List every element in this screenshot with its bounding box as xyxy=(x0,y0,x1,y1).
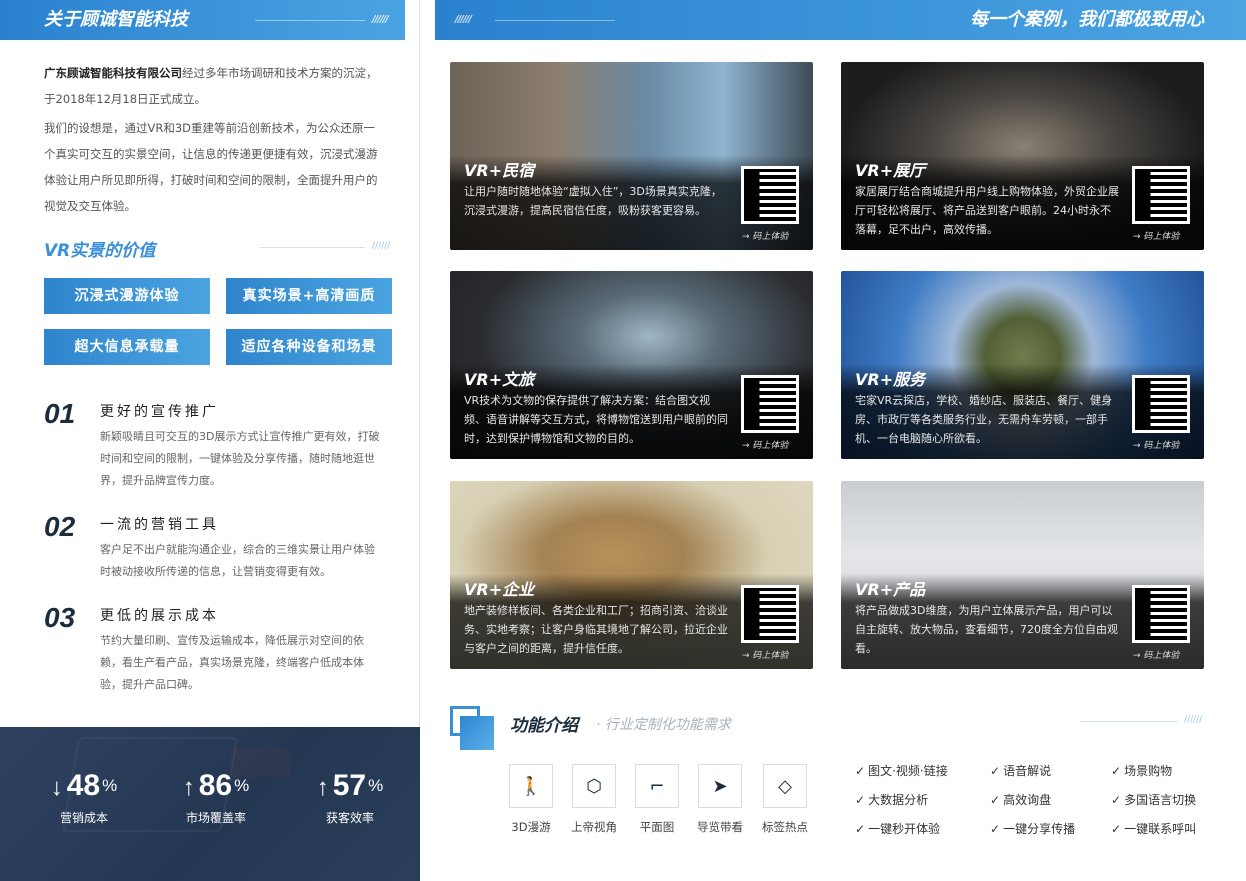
about-title: 关于顾诚智能科技 xyxy=(44,9,188,30)
case-desc: 将产品做成3D维度，为用户立体展示产品，用户可以自主旋转、放大物品，查看细节，7… xyxy=(855,604,1118,655)
value-tag-capacity: 超大信息承载量 xyxy=(44,329,210,365)
intro-text: 广东顾诚智能科技有限公司经过多年市场调研和技术方案的沉淀，于2018年12月18… xyxy=(44,60,384,222)
feature-hotspot-tags[interactable]: ◇ 标签热点 xyxy=(755,764,815,835)
stat-acquisition: ↑ 57% 获客效率 xyxy=(280,767,420,826)
stat-label: 营销成本 xyxy=(59,811,108,825)
check-icon: ✓ xyxy=(1111,764,1122,778)
stat-label: 获客效率 xyxy=(325,811,374,825)
stat-marketing-cost: ↓ 48% 营销成本 xyxy=(14,767,154,826)
check-icon: ✓ xyxy=(855,764,866,778)
qr-code-icon[interactable] xyxy=(741,375,799,433)
qr-label: → 码上体验 xyxy=(1133,232,1180,242)
case-desc: VR技术为文物的保存提供了解决方案：结合图文视频、语音讲解等交互方式，将博物馆送… xyxy=(464,394,728,445)
tag-icon: ◇ xyxy=(763,764,807,808)
feature-check-item: ✓ 一键分享传播 xyxy=(990,822,1076,836)
case-card-enterprise[interactable]: VR+企业 地产装修样板间、各类企业和工厂；招商引资、洽谈业务、实地考察；让客户… xyxy=(450,481,813,669)
qr-code-icon[interactable] xyxy=(741,166,799,224)
feature-3d-tour[interactable]: 🚶 3D漫游 xyxy=(501,764,561,835)
feature-top-view[interactable]: ⬡ 上帝视角 xyxy=(564,764,624,835)
floorplan-icon: ⌐ xyxy=(635,764,679,808)
benefit-title: 更低的展示成本 xyxy=(100,608,219,624)
case-desc: 让用户随时随地体验“虚拟入住”，3D场景真实克隆，沉浸式漫游，提高民宿信任度，吸… xyxy=(464,185,722,217)
cases-title: 每一个案例，我们都极致用心 xyxy=(970,9,1204,30)
case-desc: 宅家VR云探店，学校、婚纱店、服装店、餐厅、健身房、市政厅等各类服务行业，无需舟… xyxy=(855,394,1113,445)
check-icon: ✓ xyxy=(990,793,1001,807)
benefit-desc: 客户足不出户就能沟通企业，综合的三维实景让用户体验时被动接收所传递的信息，让营销… xyxy=(100,543,375,578)
case-card-product[interactable]: VR+产品 将产品做成3D维度，为用户立体展示产品，用户可以自主旋转、放大物品，… xyxy=(841,481,1204,669)
case-card-culture[interactable]: VR+文旅 VR技术为文物的保存提供了解决方案：结合图文视频、语音讲解等交互方式… xyxy=(450,271,813,459)
check-icon: ✓ xyxy=(855,822,866,836)
case-desc: 地产装修样板间、各类企业和工厂；招商引资、洽谈业务、实地考察；让客户身临其境地了… xyxy=(464,604,728,655)
case-title: VR+产品 xyxy=(855,580,926,599)
qr-code-icon[interactable] xyxy=(741,585,799,643)
cases-header: ////// 每一个案例，我们都极致用心 xyxy=(435,0,1246,40)
stat-label: 市场覆盖率 xyxy=(185,811,246,825)
benefit-number: 01 xyxy=(44,398,76,429)
send-icon: ➤ xyxy=(698,764,742,808)
check-icon: ✓ xyxy=(1111,822,1122,836)
check-icon: ✓ xyxy=(990,764,1001,778)
qr-label: → 码上体验 xyxy=(742,232,789,242)
feature-check-item: ✓ 场景购物 xyxy=(1111,764,1173,778)
features-subtitle: · 行业定制化功能需求 xyxy=(596,717,731,733)
arrow-down-icon: ↓ xyxy=(50,774,63,801)
intro-paragraph-2: 我们的设想是，通过VR和3D重建等前沿创新技术，为公众还原一个真实可交互的实景空… xyxy=(44,121,378,213)
arrow-up-icon: ↑ xyxy=(182,774,195,801)
value-tag-realistic: 真实场景+高清画质 xyxy=(226,278,392,314)
value-tag-immersive: 沉浸式漫游体验 xyxy=(44,278,210,314)
case-title: VR+企业 xyxy=(464,580,535,599)
check-icon: ✓ xyxy=(990,822,1001,836)
company-name: 广东顾诚智能科技有限公司 xyxy=(44,66,182,80)
arrow-up-icon: ↑ xyxy=(316,774,329,801)
benefit-title: 一流的营销工具 xyxy=(100,517,219,533)
feature-check-item: ✓ 图文·视频·链接 xyxy=(855,764,948,778)
feature-floor-plan[interactable]: ⌐ 平面图 xyxy=(627,764,687,835)
case-card-service[interactable]: VR+服务 宅家VR云探店，学校、婚纱店、服装店、餐厅、健身房、市政厅等各类服务… xyxy=(841,271,1204,459)
cube-icon: ⬡ xyxy=(572,764,616,808)
walk-icon: 🚶 xyxy=(509,764,553,808)
case-title: VR+民宿 xyxy=(464,161,535,180)
case-card-homestay[interactable]: VR+民宿 让用户随时随地体验“虚拟入住”，3D场景真实克隆，沉浸式漫游，提高民… xyxy=(450,62,813,250)
qr-label: → 码上体验 xyxy=(1133,651,1180,661)
case-card-showroom[interactable]: VR+展厅 家居展厅结合商城提升用户线上购物体验，外贸企业展厅可轻松将展厅、将产… xyxy=(841,62,1204,250)
case-desc: 家居展厅结合商城提升用户线上购物体验，外贸企业展厅可轻松将展厅、将产品送到客户眼… xyxy=(855,185,1119,236)
benefit-title: 更好的宣传推广 xyxy=(100,404,219,420)
about-panel: 关于顾诚智能科技 ////// 广东顾诚智能科技有限公司经过多年市场调研和技术方… xyxy=(0,0,420,881)
feature-check-item: ✓ 一键秒开体验 xyxy=(855,822,941,836)
qr-label: → 码上体验 xyxy=(1133,441,1180,451)
feature-check-item: ✓ 一键联系呼叫 xyxy=(1111,822,1197,836)
qr-code-icon[interactable] xyxy=(1132,375,1190,433)
feature-check-item: ✓ 语音解说 xyxy=(990,764,1052,778)
benefit-number: 02 xyxy=(44,511,76,542)
features-title: 功能介绍 xyxy=(510,716,578,736)
feature-check-item: ✓ 大数据分析 xyxy=(855,793,929,807)
feature-check-item: ✓ 多国语言切换 xyxy=(1111,793,1197,807)
qr-label: → 码上体验 xyxy=(742,651,789,661)
case-title: VR+文旅 xyxy=(464,370,535,389)
value-tag-devices: 适应各种设备和场景 xyxy=(226,329,392,365)
benefit-desc: 节约大量印刷、宣传及运输成本，降低展示对空间的依赖，看生产看产品，真实场景克隆，… xyxy=(100,634,364,691)
feature-guided-tour[interactable]: ➤ 导览带看 xyxy=(690,764,750,835)
qr-label: → 码上体验 xyxy=(742,441,789,451)
benefit-number: 03 xyxy=(44,602,76,633)
about-header: 关于顾诚智能科技 ////// xyxy=(0,0,405,40)
stat-market-coverage: ↑ 86% 市场覆盖率 xyxy=(146,767,286,826)
benefit-desc: 新颖吸睛且可交互的3D展示方式让宣传推广更有效，打破时间和空间的限制，一键体验及… xyxy=(100,430,380,487)
check-icon: ✓ xyxy=(855,793,866,807)
feature-check-item: ✓ 高效询盘 xyxy=(990,793,1052,807)
case-title: VR+服务 xyxy=(855,370,926,389)
qr-code-icon[interactable] xyxy=(1132,585,1190,643)
stats-banner: ↓ 48% 营销成本 ↑ 86% 市场覆盖率 ↑ 57% 获客效率 xyxy=(0,727,420,881)
case-title: VR+展厅 xyxy=(855,161,926,180)
value-title: VR实景的价值 xyxy=(44,241,156,261)
check-icon: ✓ xyxy=(1111,793,1122,807)
qr-code-icon[interactable] xyxy=(1132,166,1190,224)
